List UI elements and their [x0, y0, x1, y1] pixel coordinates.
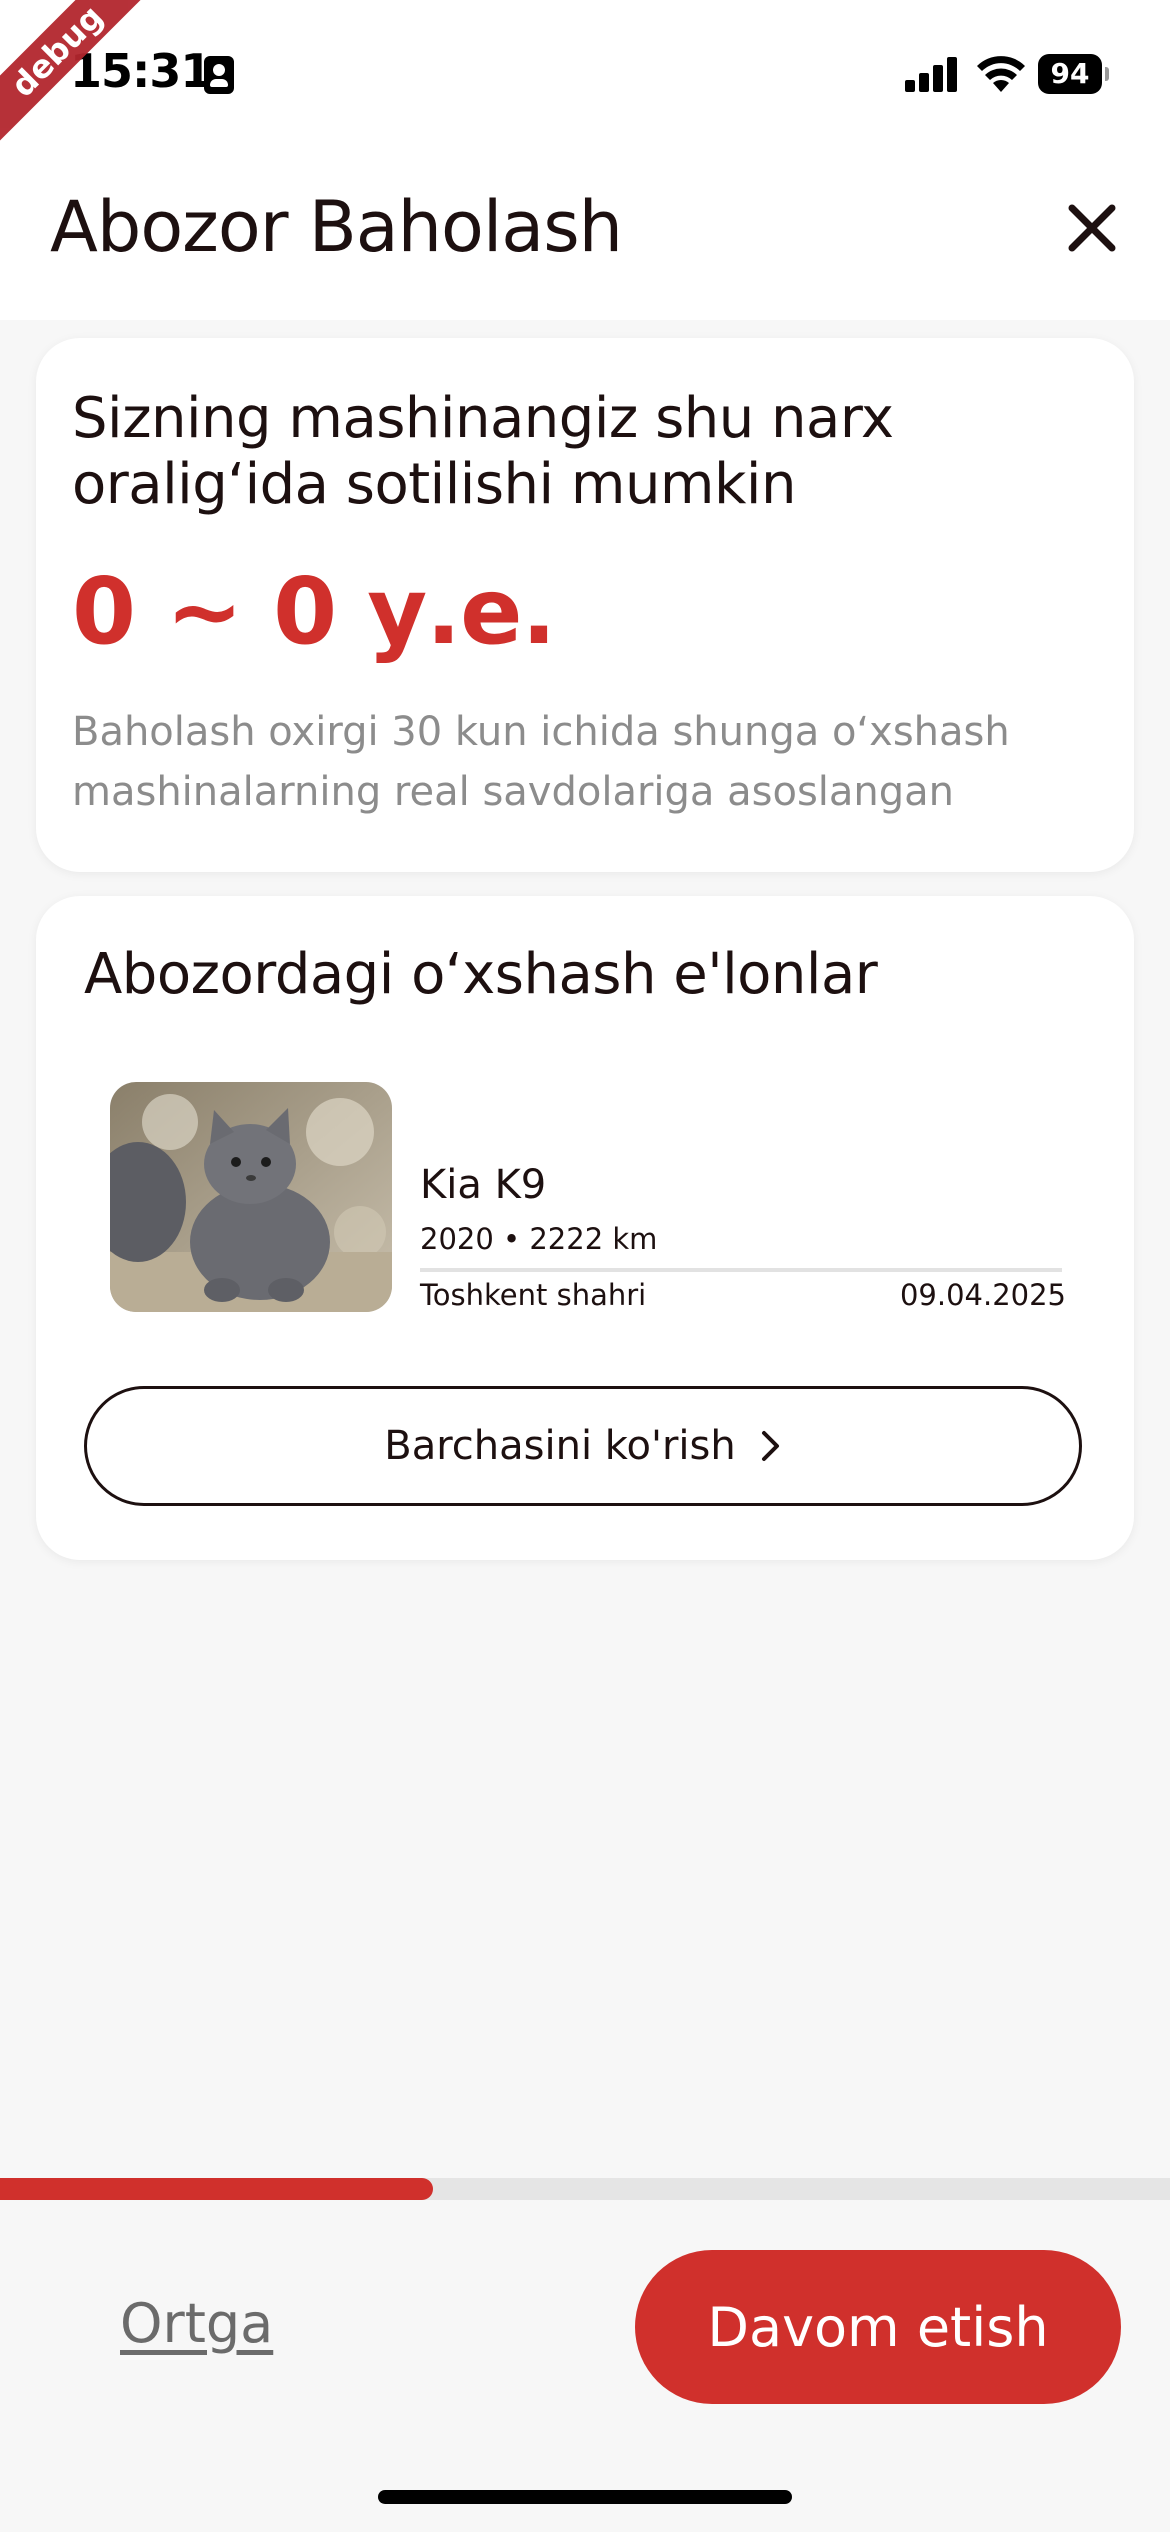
listing-year: 2020	[420, 1222, 494, 1256]
header: Abozor Baholash	[0, 150, 1170, 320]
similar-listings-title: Abozordagi o‘xshash e'lonlar	[84, 942, 878, 1007]
listing-mileage: 2222 km	[529, 1222, 658, 1256]
screen: 15:31 94 debug Abozor Baholash Sizning m…	[0, 0, 1170, 2532]
progress-fill	[0, 2178, 433, 2200]
cellular-signal-icon	[905, 56, 959, 92]
contact-card-icon	[204, 56, 234, 94]
estimate-heading: Sizning mashinangiz shu narx oralig‘ida …	[72, 386, 894, 517]
chevron-right-icon	[761, 1431, 779, 1461]
similar-listings-card: Abozordagi o‘xshash e'lonlar Kia K9 2020…	[36, 896, 1134, 1560]
status-bar: 15:31 94	[0, 0, 1170, 150]
see-all-label: Barchasini ko'rish	[384, 1423, 736, 1469]
estimate-card: Sizning mashinangiz shu narx oralig‘ida …	[36, 338, 1134, 872]
page-title: Abozor Baholash	[50, 186, 623, 268]
listing-city: Toshkent shahri	[420, 1278, 647, 1312]
estimate-price: 0 ~ 0 у.е.	[72, 558, 556, 665]
back-button[interactable]: Ortga	[120, 2292, 273, 2355]
listing-meta: 2020 • 2222 km	[420, 1222, 657, 1256]
home-indicator[interactable]	[378, 2490, 792, 2504]
status-time: 15:31	[70, 44, 212, 98]
battery-level: 94	[1038, 54, 1102, 94]
listing-name: Kia K9	[420, 1162, 547, 1208]
progress-bar	[0, 2178, 1170, 2200]
listing-photo	[110, 1082, 392, 1312]
continue-label: Davom etish	[707, 2295, 1049, 2359]
bullet-separator: •	[503, 1222, 530, 1256]
wifi-icon	[977, 56, 1025, 92]
battery-icon: 94	[1038, 54, 1109, 94]
footer: Ortga Davom etish	[0, 2200, 1170, 2532]
listing-date: 09.04.2025	[899, 1278, 1066, 1312]
see-all-button[interactable]: Barchasini ko'rish	[84, 1386, 1082, 1506]
listing-item[interactable]: Kia K9 2020 • 2222 km Toshkent shahri 09…	[110, 1082, 1066, 1314]
listing-divider	[420, 1268, 1062, 1272]
kitten-photo	[110, 1082, 392, 1312]
estimate-note: Baholash oxirgi 30 kun ichida shunga o‘x…	[72, 709, 1010, 815]
continue-button[interactable]: Davom etish	[635, 2250, 1121, 2404]
close-icon[interactable]	[1062, 198, 1122, 258]
